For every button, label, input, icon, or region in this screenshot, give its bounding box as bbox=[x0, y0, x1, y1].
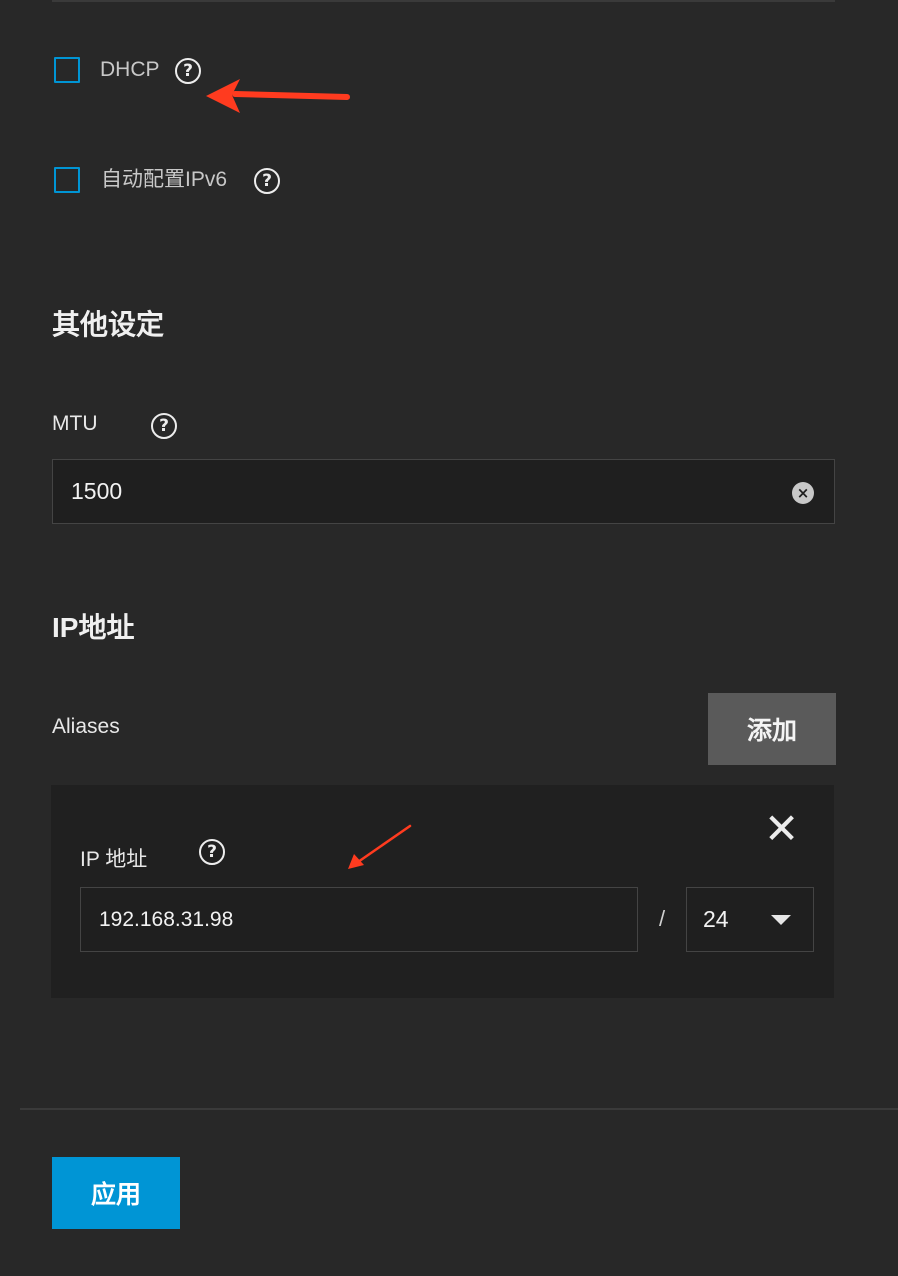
mtu-clear-icon[interactable]: × bbox=[792, 482, 814, 504]
add-alias-button[interactable]: 添加 bbox=[708, 693, 836, 765]
alias-ip-help-icon[interactable]: ? bbox=[199, 839, 225, 865]
other-settings-title: 其他设定 bbox=[52, 309, 165, 340]
autoconfig-ipv6-help-icon[interactable]: ? bbox=[254, 168, 280, 194]
top-divider bbox=[52, 0, 835, 2]
apply-button[interactable]: 应用 bbox=[52, 1157, 180, 1229]
dhcp-checkbox[interactable] bbox=[54, 57, 80, 83]
caret-down-icon bbox=[771, 914, 791, 925]
dhcp-help-icon[interactable]: ? bbox=[175, 58, 201, 84]
netmask-value: 24 bbox=[703, 906, 729, 932]
ip-address-title: IP地址 bbox=[52, 612, 135, 643]
mtu-label: MTU bbox=[52, 412, 98, 435]
autoconfig-ipv6-label: 自动配置IPv6 bbox=[101, 168, 228, 191]
annotation-arrow-dhcp bbox=[206, 79, 350, 113]
mtu-help-icon[interactable]: ? bbox=[151, 413, 177, 439]
dhcp-label: DHCP bbox=[100, 58, 160, 81]
alias-ip-label: IP 地址 bbox=[80, 848, 148, 871]
remove-alias-close-icon[interactable]: ✕ bbox=[764, 808, 799, 850]
bottom-divider bbox=[20, 1108, 898, 1110]
netmask-select[interactable]: 24 bbox=[686, 887, 814, 952]
autoconfig-ipv6-checkbox[interactable] bbox=[54, 167, 80, 193]
mtu-input[interactable] bbox=[52, 459, 835, 524]
netmask-separator: / bbox=[659, 906, 666, 931]
alias-ip-input[interactable] bbox=[80, 887, 638, 952]
aliases-label: Aliases bbox=[52, 715, 120, 738]
